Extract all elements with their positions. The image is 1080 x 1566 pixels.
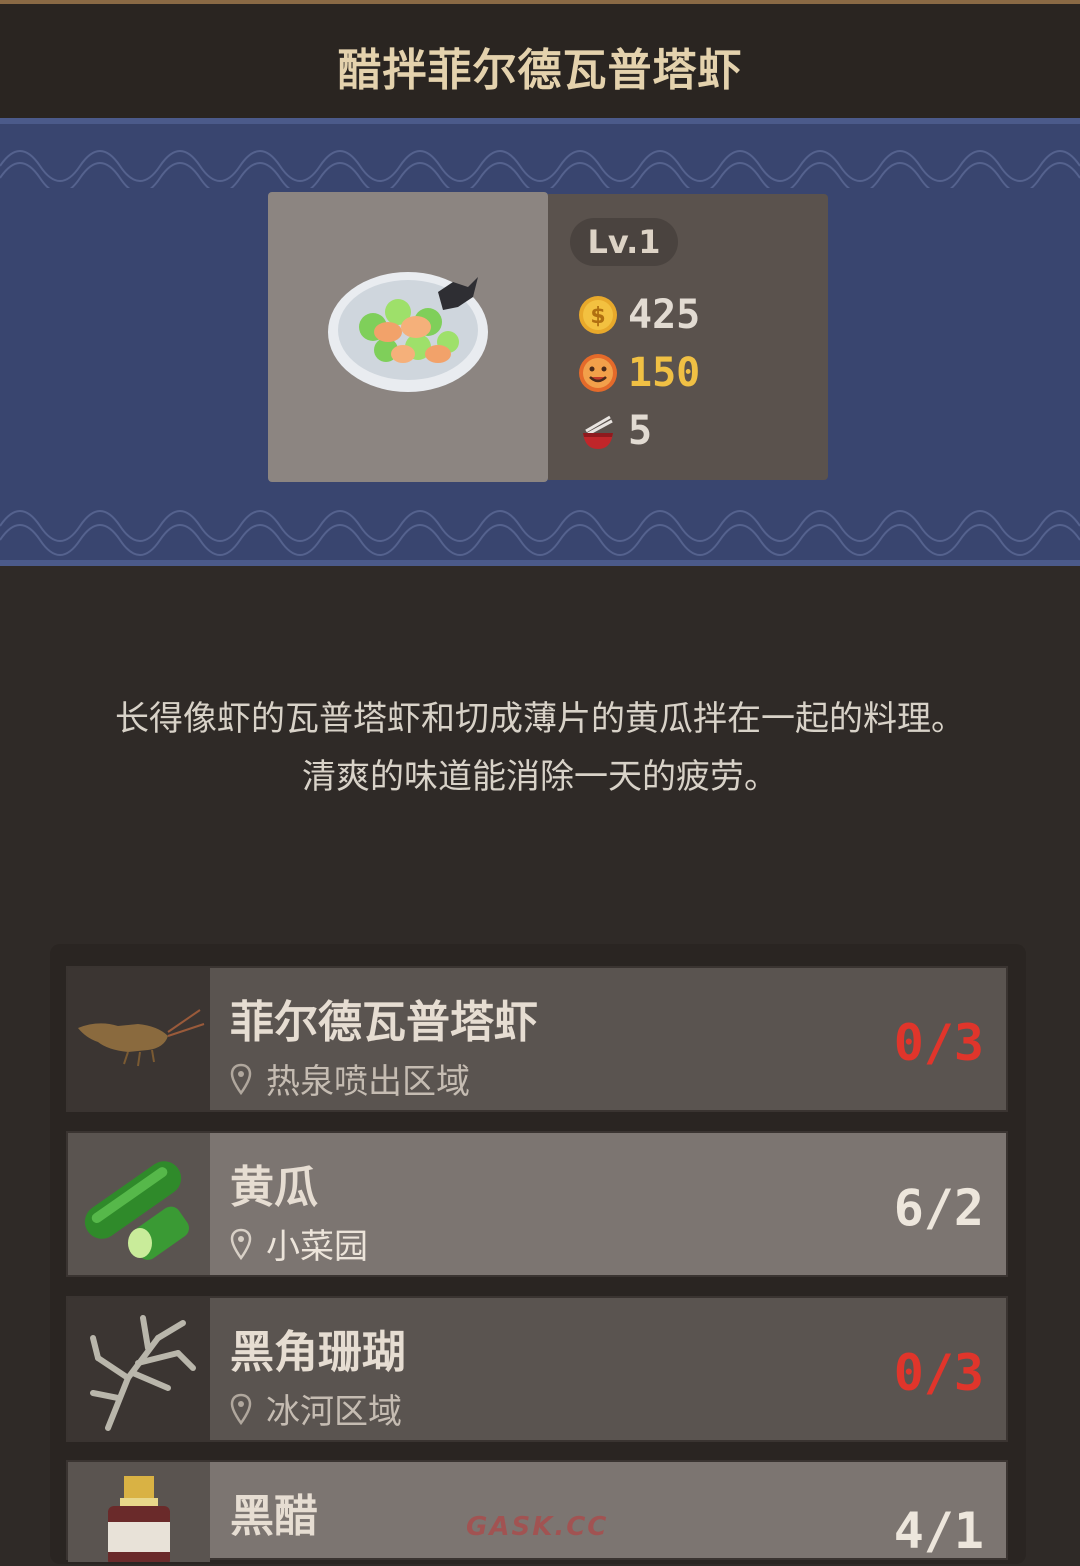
coin-icon: $: [579, 296, 617, 334]
wave-pattern-top: [0, 150, 1080, 188]
servings-value: 5: [628, 408, 653, 454]
ingredient-count: 6/2: [893, 1179, 984, 1237]
location-text: 小菜园: [266, 1227, 368, 1267]
ingredient-thumb: [68, 968, 210, 1110]
location-text: 热泉喷出区域: [266, 1062, 470, 1102]
vinegar-bottle-icon: [108, 1476, 170, 1566]
svg-text:$: $: [590, 304, 605, 329]
banner-edge-bottom: [0, 560, 1080, 566]
ingredient-count: 0/3: [893, 1014, 984, 1072]
title-bar: 醋拌菲尔德瓦普塔虾: [0, 0, 1080, 118]
ingredient-name: 菲尔德瓦普塔虾: [230, 997, 538, 1048]
location-pin-icon: [230, 1063, 252, 1095]
ingredient-thumb: [68, 1462, 210, 1566]
ingredient-name: 黑醋: [230, 1491, 318, 1542]
ingredient-count: 0/3: [893, 1344, 984, 1402]
ingredient-location: 热泉喷出区域: [230, 1054, 470, 1103]
price-value: 425: [628, 292, 701, 338]
watermark: GASK.CC: [466, 1512, 609, 1542]
banner-edge-top: [0, 118, 1080, 124]
dish-stats: Lv.1 $ 425 150 5: [548, 194, 828, 480]
dish-description: 长得像虾的瓦普塔虾和切成薄片的黄瓜拌在一起的料理。 清爽的味道能消除一天的疲劳。: [0, 690, 1080, 806]
ingredient-row-vinegar[interactable]: 黑醋 4/1: [66, 1460, 1008, 1566]
satisfaction-value: 150: [628, 350, 701, 396]
description-line-1: 长得像虾的瓦普塔虾和切成薄片的黄瓜拌在一起的料理。: [115, 699, 965, 739]
shrimp-salad-dish-icon: [328, 272, 488, 392]
coral-icon: [90, 1315, 196, 1431]
ingredient-row-shrimp[interactable]: 菲尔德瓦普塔虾 热泉喷出区域 0/3: [66, 966, 1008, 1112]
ingredient-name: 黄瓜: [230, 1162, 318, 1213]
ingredient-thumb: [68, 1298, 210, 1440]
ingredient-count: 4/1: [893, 1502, 984, 1560]
ingredient-thumb: [68, 1133, 210, 1275]
ingredient-location: 冰河区域: [230, 1384, 402, 1433]
satisfaction-row: 150: [578, 348, 700, 398]
cucumber-icon: [84, 1161, 189, 1260]
description-line-2: 清爽的味道能消除一天的疲劳。: [302, 757, 778, 797]
bowl-chopsticks-icon: [583, 415, 613, 449]
location-pin-icon: [230, 1228, 252, 1260]
ingredient-name: 黑角珊瑚: [230, 1327, 406, 1378]
tasty-face-icon: [579, 354, 617, 392]
level-badge: Lv.1: [570, 218, 678, 266]
location-pin-icon: [230, 1393, 252, 1425]
shrimp-icon: [78, 1009, 205, 1067]
ingredient-row-coral[interactable]: 黑角珊瑚 冰河区域 0/3: [66, 1296, 1008, 1442]
location-text: 冰河区域: [266, 1392, 402, 1432]
price-row: $ 425: [578, 290, 700, 340]
ingredient-location: 小菜园: [230, 1219, 368, 1268]
dish-card: Lv.1 $ 425 150 5: [268, 192, 828, 482]
servings-row: 5: [578, 406, 652, 456]
dish-title: 醋拌菲尔德瓦普塔虾: [337, 45, 743, 96]
wave-pattern-bottom: [0, 510, 1080, 556]
ingredient-row-cucumber[interactable]: 黄瓜 小菜园 6/2: [66, 1131, 1008, 1277]
dish-image-box: [268, 192, 548, 482]
